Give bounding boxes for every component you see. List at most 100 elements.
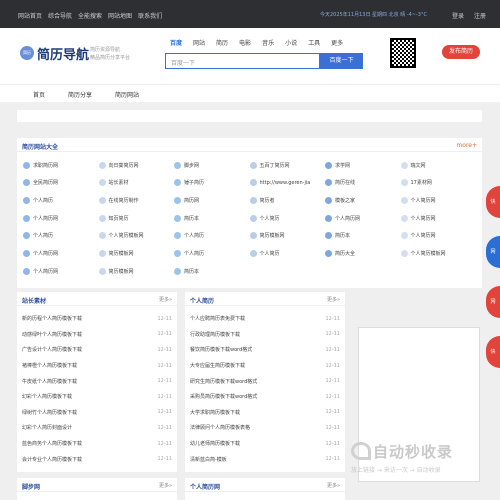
more-link[interactable]: 更多» — [159, 296, 172, 303]
list-item[interactable]: 会计专业个人简历模板下载 12-11 — [17, 451, 177, 467]
site-link[interactable]: 模板之家 — [325, 193, 401, 207]
list-item[interactable]: 个人应聘简历表免费下载 12-11 — [185, 311, 345, 327]
site-link[interactable]: 个人简历网 — [23, 211, 99, 225]
list-item[interactable]: 采购员简历模板下载word格式 12-11 — [185, 389, 345, 405]
search-tab[interactable]: 更多 — [331, 38, 343, 47]
nav-item-sites[interactable]: 简历网站 — [115, 90, 139, 99]
site-favicon-icon — [325, 196, 332, 204]
site-link[interactable]: 求职简历网 — [23, 158, 99, 172]
site-link[interactable]: 简历大全 — [325, 246, 401, 260]
side-tab[interactable]: 快 — [486, 336, 500, 368]
site-link[interactable]: 个人简历模板网 — [400, 246, 477, 260]
site-link[interactable]: 在线简历制作 — [98, 193, 175, 207]
list-item[interactable]: 动感绿叶个人简历模板下载 12-11 — [17, 327, 177, 343]
site-label: 知页简历 — [108, 215, 129, 222]
site-label: 模板之家 — [335, 197, 356, 204]
top-link[interactable]: 全能搜索 — [78, 11, 102, 20]
search-input[interactable]: 百度一下 — [165, 53, 320, 69]
site-link[interactable]: 个人简历模板网 — [98, 229, 175, 243]
list-item-title: 法律顾问个人简历模板表格 — [190, 425, 251, 432]
list-item[interactable]: 法律顾问个人简历模板表格 12-11 — [185, 420, 345, 436]
site-link[interactable]: 个人简历网 — [400, 229, 477, 243]
site-link[interactable]: 站长素材 — [98, 176, 175, 190]
list-item[interactable]: 幻彩个人简历封面设计 12-11 — [17, 420, 177, 436]
side-tab[interactable]: 网 — [486, 286, 500, 318]
site-link[interactable]: 向日葵简历网 — [98, 158, 175, 172]
site-link[interactable]: 个人简历网 — [400, 193, 477, 207]
site-link[interactable]: 锤子简历 — [174, 176, 250, 190]
search-tab[interactable]: 音乐 — [262, 38, 274, 47]
nav-item-home[interactable]: 首页 — [33, 90, 45, 99]
list-item[interactable]: 幼儿老师简历模板下载 12-11 — [185, 436, 345, 452]
list-item[interactable]: 蓝色商务个人简历模板下载 12-11 — [17, 436, 177, 452]
site-link[interactable]: 简历本 — [174, 264, 250, 278]
login-link[interactable]: 登录 — [452, 11, 464, 20]
list-item[interactable]: 褚棒橙个人简历模板下载 12-11 — [17, 358, 177, 374]
logo-icon[interactable]: 简历 — [20, 46, 34, 60]
search-tab[interactable]: 网站 — [193, 38, 205, 47]
publish-button[interactable]: 发布简历 — [442, 45, 480, 59]
list-item-date: 12-11 — [325, 346, 340, 353]
site-link[interactable]: 个人简历 — [174, 246, 250, 260]
more-link[interactable]: 更多» — [327, 482, 340, 489]
list-item[interactable]: 大专应届生简历模板下载 12-11 — [185, 358, 345, 374]
site-favicon-icon — [325, 214, 332, 222]
register-link[interactable]: 注册 — [474, 11, 486, 20]
search-tab[interactable]: 简历 — [216, 38, 228, 47]
top-link[interactable]: 网站首页 — [18, 11, 42, 20]
side-tab[interactable]: 快 — [486, 186, 500, 218]
logo-text[interactable]: 简历导航 — [37, 44, 89, 63]
list-item[interactable]: 广告设计个人简历模板下载 12-11 — [17, 342, 177, 358]
nav-item-share[interactable]: 简历分享 — [68, 90, 92, 99]
site-link[interactable]: 个人简历 — [23, 193, 99, 207]
list-item[interactable]: 新的历程个人简历模板下载 12-11 — [17, 311, 177, 327]
site-link[interactable]: 个人简历网 — [325, 211, 401, 225]
site-link[interactable]: 知页简历 — [98, 211, 175, 225]
site-link[interactable]: 个人简历 — [249, 246, 326, 260]
site-favicon-icon — [23, 196, 30, 204]
search-tab[interactable]: 小说 — [285, 38, 297, 47]
search-tab[interactable]: 电影 — [239, 38, 251, 47]
site-link[interactable]: 个人简历 — [249, 211, 326, 225]
search-button[interactable]: 百度一下 — [320, 53, 363, 69]
list-item-title: 牛皮纸个人简历模板下载 — [22, 378, 78, 385]
list-item[interactable]: 行政助理简历模板下载 12-11 — [185, 327, 345, 343]
site-label: 个人简历网 — [410, 215, 436, 222]
site-link[interactable]: 简历在线 — [325, 176, 401, 190]
search-tab[interactable]: 工具 — [308, 38, 320, 47]
site-link[interactable]: http://www.geren-jia — [249, 176, 326, 190]
more-link[interactable]: 更多» — [159, 482, 172, 489]
site-link[interactable]: 17素材网 — [400, 176, 477, 190]
list-item[interactable]: 牛皮纸个人简历模板下载 12-11 — [17, 373, 177, 389]
site-link[interactable]: 瑞文网 — [400, 158, 477, 172]
list-item[interactable]: 幻彩个人简历模板下载 12-11 — [17, 389, 177, 405]
site-link[interactable]: 脚步网 — [174, 158, 250, 172]
site-link[interactable]: 五百丁简历网 — [249, 158, 326, 172]
site-link[interactable]: 简历模板网 — [98, 264, 175, 278]
top-link[interactable]: 网站地图 — [108, 11, 132, 20]
list-item[interactable]: 绿树竹个人简历模板下载 12-11 — [17, 405, 177, 421]
site-link[interactable]: 求学网 — [325, 158, 401, 172]
site-link[interactable]: 个人简历网 — [23, 246, 99, 260]
site-link[interactable]: 简历模板网 — [249, 229, 326, 243]
site-link[interactable]: 个人简历 — [23, 229, 99, 243]
site-link[interactable]: 个人简历网 — [23, 264, 99, 278]
list-item[interactable]: 研究生简历模板下载word格式 12-11 — [185, 373, 345, 389]
list-item[interactable]: 餐饮简历模板下载word格式 12-11 — [185, 342, 345, 358]
site-link[interactable]: 简历本 — [325, 229, 401, 243]
search-tab[interactable]: 百度 — [170, 38, 182, 47]
more-link[interactable]: more+ — [456, 142, 477, 149]
list-item[interactable]: 清新蓝白简-模板 12-11 — [185, 451, 345, 467]
side-tab[interactable]: 网 — [486, 236, 500, 268]
site-link[interactable]: 简历模板网 — [98, 246, 175, 260]
site-link[interactable]: 简历网 — [174, 193, 250, 207]
site-link[interactable]: 全民简历网 — [23, 176, 99, 190]
site-link[interactable]: 简历者 — [249, 193, 326, 207]
site-link[interactable]: 个人简历 — [174, 229, 250, 243]
top-link[interactable]: 综合导航 — [48, 11, 72, 20]
top-link[interactable]: 联系我们 — [138, 11, 162, 20]
list-item[interactable]: 大学求职简历模板下载 12-11 — [185, 405, 345, 421]
site-link[interactable]: 简历本 — [174, 211, 250, 225]
more-link[interactable]: 更多» — [327, 296, 340, 303]
site-link[interactable]: 个人简历网 — [400, 211, 477, 225]
